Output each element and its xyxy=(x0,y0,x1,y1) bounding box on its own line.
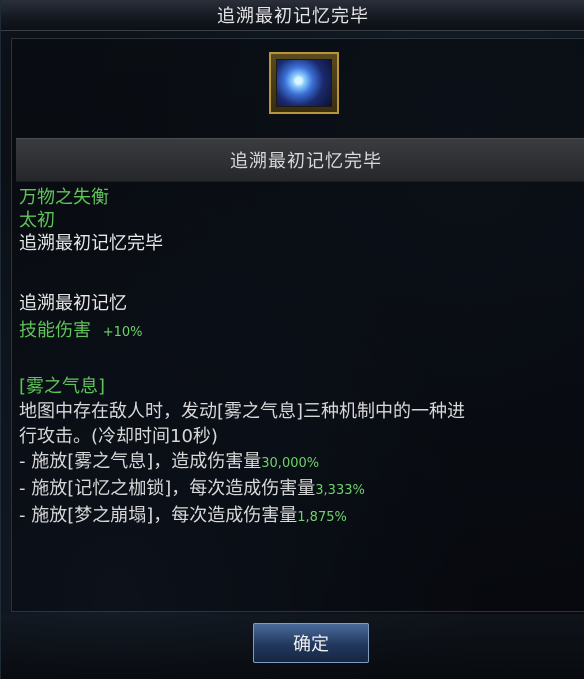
mechanic-value: 3,333% xyxy=(315,483,365,498)
dialog-title: 追溯最初记忆完毕 xyxy=(1,0,584,31)
mechanic-row: - 施放[梦之崩塌]，每次造成伤害量1,875% xyxy=(19,504,584,529)
mechanic-label: - 施放[梦之崩塌]，每次造成伤害量 xyxy=(19,505,298,526)
description-line-2: 行攻击。(冷却时间10秒) xyxy=(19,426,218,447)
mechanic-label: - 施放[记忆之枷锁]，每次造成伤害量 xyxy=(19,478,316,499)
mechanic-value: 30,000% xyxy=(261,456,320,471)
item-description: 万物之失衡 太初 追溯最初记忆完毕 追溯最初记忆 技能伤害 +10% [雾之气息… xyxy=(19,186,584,529)
item-category: 万物之失衡 xyxy=(19,187,109,208)
item-dialog: 追溯最初记忆完毕 追溯最初记忆完毕 万物之失衡 太初 追溯最初记忆完毕 追溯最初… xyxy=(0,0,584,679)
mechanic-row: - 施放[记忆之枷锁]，每次造成伤害量3,333% xyxy=(19,477,584,502)
item-icon-slot[interactable] xyxy=(269,52,339,114)
mechanic-row: - 施放[雾之气息]，造成伤害量30,000% xyxy=(19,450,584,475)
stat-value: +10% xyxy=(102,325,143,340)
memory-skill-icon xyxy=(276,59,332,107)
description-line-1: 地图中存在敌人时，发动[雾之气息]三种机制中的一种进 xyxy=(19,401,466,422)
skill-name: [雾之气息] xyxy=(19,376,106,397)
effect-title: 追溯最初记忆 xyxy=(19,293,127,314)
item-subtitle: 追溯最初记忆完毕 xyxy=(19,233,163,254)
mechanic-value: 1,875% xyxy=(297,510,347,525)
stat-label: 技能伤害 xyxy=(19,320,91,341)
item-name-header: 追溯最初记忆完毕 xyxy=(16,138,584,182)
confirm-button[interactable]: 确定 xyxy=(253,623,369,663)
stat-row: 技能伤害 +10% xyxy=(19,319,584,344)
mechanic-label: - 施放[雾之气息]，造成伤害量 xyxy=(19,451,262,472)
item-sub-category: 太初 xyxy=(19,210,55,231)
